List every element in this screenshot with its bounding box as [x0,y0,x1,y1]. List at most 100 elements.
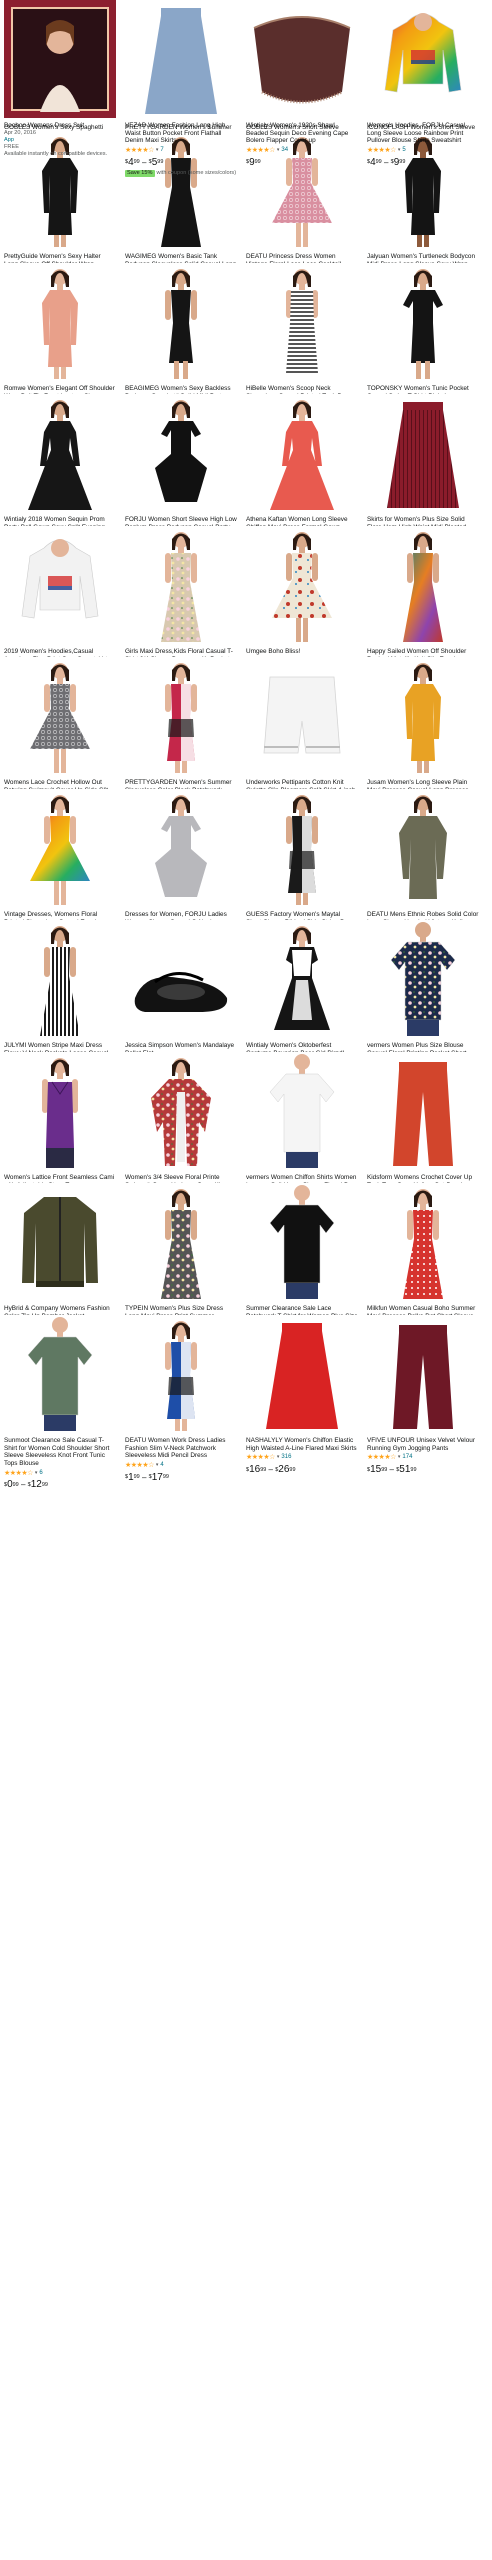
product-image[interactable] [367,657,479,775]
rating-row[interactable]: ★★★★☆▾5 [367,146,479,155]
product-image[interactable] [246,394,358,512]
product-image[interactable] [246,1183,358,1301]
product-card[interactable]: VFIVE UNFOUR Unisex Velvet Velour Runnin… [367,1315,479,1475]
price-fraction: 99 [399,159,406,166]
product-image[interactable] [125,1315,237,1433]
product-image[interactable] [367,526,479,644]
chevron-down-icon[interactable]: ▾ [277,1454,280,1462]
review-count[interactable]: 174 [402,1454,412,1462]
price: $099 – $1299 [4,1479,116,1490]
product-image[interactable] [4,0,116,118]
rating-row[interactable]: ★★★★☆ ▾ 7 [125,146,237,155]
product-image[interactable] [125,657,237,775]
chevron-down-icon[interactable]: ▾ [156,147,159,155]
currency-symbol: $ [396,1466,400,1473]
product-grid: GOBLES Women's Sexy Spaghetti Strap Slee… [0,0,492,2560]
product-image[interactable] [246,0,358,118]
star-rating-icon[interactable]: ★★★★☆ [246,146,275,155]
price-range-separator: – [18,1480,28,1490]
price-fraction: 99 [254,159,261,166]
product-image[interactable] [125,920,237,1038]
review-count[interactable]: 316 [281,1454,291,1462]
product-card[interactable]: Wintialy Women's 1920s Shawl Beaded Sequ… [246,0,358,168]
product-image[interactable] [367,1052,479,1170]
star-rating-icon[interactable]: ★★★★☆ [125,146,154,155]
product-image[interactable] [246,1052,358,1170]
review-count[interactable]: 6 [39,1470,42,1478]
rating-row[interactable]: ★★★★☆ ▾ 316 [246,1454,358,1462]
product-image[interactable] [4,263,116,381]
product-image[interactable] [125,526,237,644]
product-image[interactable] [125,394,237,512]
star-rating-icon[interactable]: ★★★★☆ [246,1454,275,1462]
star-rating-icon[interactable]: ★★★★☆ [4,1469,33,1478]
product-title-link[interactable]: VEZAD Women Fashion Long High Waist Butt… [125,122,237,145]
product-card[interactable]: Boohoo Womens Dress Suit Apr 20, 2016 App F… [4,0,116,158]
product-image[interactable] [246,263,358,381]
product-image[interactable] [367,1183,479,1301]
product-image[interactable] [367,394,479,512]
product-card[interactable]: NASHALYLY Women's Chiffon Elastic High W… [246,1315,358,1475]
product-image[interactable] [4,657,116,775]
product-card[interactable]: DEATU Women Work Dress Ladies Fashion Sl… [125,1315,237,1483]
product-card[interactable]: VEZAD Women Fashion Long High Waist Butt… [125,0,237,178]
product-image[interactable] [4,394,116,512]
product-image[interactable] [4,1315,116,1433]
product-image[interactable] [4,1052,116,1170]
product-image[interactable] [246,526,358,644]
product-image[interactable] [367,263,479,381]
product-title-link[interactable]: Women's Hoodies, FORJU Casual Long Sleev… [367,122,479,145]
coupon-badge[interactable]: Save 15% [125,169,155,178]
review-count[interactable]: 34 [281,147,288,155]
product-image[interactable] [4,789,116,907]
product-image[interactable] [4,1183,116,1301]
star-rating-icon[interactable]: ★★★★☆ [367,146,396,155]
product-title-link[interactable]: Sunmoot Clearance Sale Casual T-Shirt fo… [4,1437,116,1467]
product-image[interactable] [246,920,358,1038]
price-range-separator: – [266,1465,276,1475]
coupon-row[interactable]: Save 15%with coupon (some sizes/colors) [125,169,237,178]
price-fraction: 99 [162,1474,169,1481]
product-card[interactable]: Umgee Boho Bliss!★★★★☆▾217$1588 – $5400 [246,526,358,679]
rating-row[interactable]: ★★★★☆ ▾ 34 [246,146,358,155]
review-count[interactable]: 5 [402,147,405,155]
product-image[interactable] [125,789,237,907]
product-image[interactable] [125,1183,237,1301]
product-image[interactable] [4,920,116,1038]
product-image[interactable] [246,1315,358,1433]
product-image[interactable] [246,657,358,775]
product-image[interactable] [367,789,479,907]
format-info[interactable]: App [4,137,116,144]
price-fraction: 99 [133,1474,140,1481]
review-count[interactable]: 7 [160,147,163,155]
product-title-link[interactable]: DEATU Women Work Dress Ladies Fashion Sl… [125,1437,237,1460]
chevron-down-icon[interactable]: ▾ [35,1470,38,1478]
product-title-link[interactable]: Boohoo Womens Dress Suit [4,122,116,130]
product-card[interactable]: Women's Hoodies, FORJU Casual Long Sleev… [367,0,479,168]
product-title-link[interactable]: Umgee Boho Bliss! [246,648,358,656]
product-image[interactable] [367,920,479,1038]
product-image[interactable] [125,0,237,118]
chevron-down-icon[interactable]: ▾ [156,1462,159,1470]
price-range-separator: – [139,1472,149,1482]
star-rating-icon[interactable]: ★★★★☆ [125,1461,154,1470]
product-image[interactable] [367,0,479,118]
review-count[interactable]: 4 [160,1462,163,1470]
product-title-link[interactable]: NASHALYLY Women's Chiffon Elastic High W… [246,1437,358,1452]
rating-row[interactable]: ★★★★☆ ▾ 174 [367,1454,479,1462]
product-image[interactable] [125,1052,237,1170]
rating-row[interactable]: ★★★★☆▾6 [4,1469,116,1477]
product-image[interactable] [246,789,358,907]
product-card[interactable]: Sunmoot Clearance Sale Casual T-Shirt fo… [4,1315,116,1490]
product-title-link[interactable]: Wintialy Women's 1920s Shawl Beaded Sequ… [246,122,358,145]
rating-row[interactable]: ★★★★☆▾4 [125,1461,237,1470]
currency-symbol: $ [275,1466,279,1473]
product-image[interactable] [4,526,116,644]
chevron-down-icon[interactable]: ▾ [398,147,401,155]
product-image[interactable] [367,1315,479,1433]
product-title-link[interactable]: VFIVE UNFOUR Unisex Velvet Velour Runnin… [367,1437,479,1452]
product-image[interactable] [125,263,237,381]
star-rating-icon[interactable]: ★★★★☆ [367,1454,396,1462]
chevron-down-icon[interactable]: ▾ [398,1454,401,1462]
chevron-down-icon[interactable]: ▾ [277,147,280,155]
